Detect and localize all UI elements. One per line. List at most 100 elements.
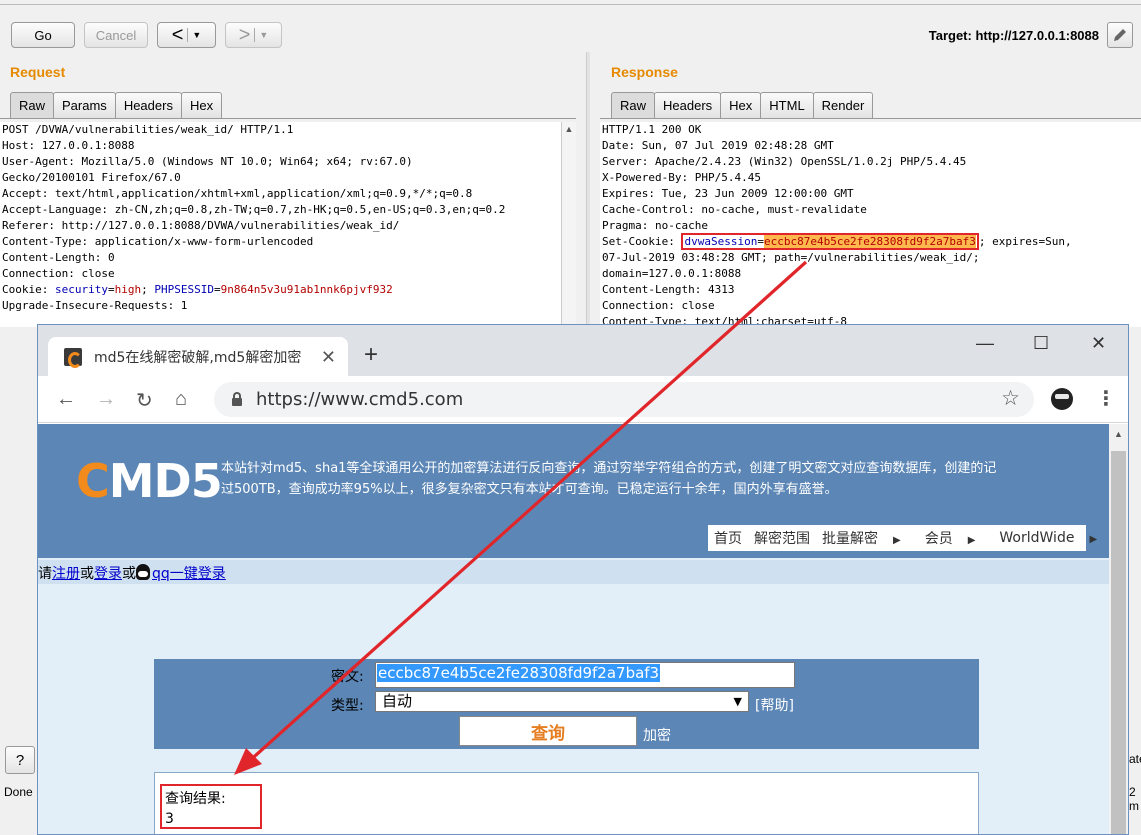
- tab-html[interactable]: HTML: [760, 92, 814, 118]
- request-line: Referer: http://127.0.0.1:8088/DVWA/vuln…: [2, 219, 400, 232]
- cipher-input[interactable]: eccbc87e4b5ce2fe28308fd9f2a7baf3: [375, 662, 795, 688]
- scroll-up-icon[interactable]: ▲: [1114, 429, 1123, 439]
- profile-avatar-icon[interactable]: [1051, 388, 1073, 410]
- response-line: Expires: Tue, 23 Jun 2009 12:00:00 GMT: [602, 187, 854, 200]
- response-line: Content-Length: 4313: [602, 283, 735, 296]
- reload-icon[interactable]: ↻: [136, 388, 153, 413]
- logo-md5: MD5: [108, 454, 223, 508]
- forward-button[interactable]: > ▼: [225, 22, 282, 48]
- menu-item-batch[interactable]: 批量解密 ▶: [822, 528, 913, 548]
- close-window-button[interactable]: ✕: [1091, 333, 1106, 354]
- tab-raw[interactable]: Raw: [10, 92, 55, 118]
- cmd5-favicon-icon: [64, 347, 82, 368]
- request-scrollbar[interactable]: ▲: [561, 122, 576, 327]
- type-select[interactable]: 自动 ▼: [375, 691, 749, 712]
- login-text: 或: [80, 566, 94, 582]
- tab-divider: [600, 118, 1141, 119]
- signin-link[interactable]: 登录: [94, 566, 122, 582]
- maximize-button[interactable]: ☐: [1033, 333, 1049, 354]
- cipher-label: 密文:: [331, 669, 364, 685]
- forward-arrow-icon[interactable]: →: [96, 388, 116, 411]
- back-arrow-icon[interactable]: ←: [56, 388, 76, 411]
- logo-c: C: [76, 454, 110, 508]
- chevron-down-icon: ▼: [733, 695, 742, 708]
- pencil-icon: [1114, 29, 1126, 41]
- chevron-down-icon: ▼: [192, 30, 202, 40]
- result-label: 查询结果:: [165, 791, 226, 807]
- cookie-prefix: Cookie:: [2, 283, 55, 296]
- type-value: 自动: [382, 692, 413, 710]
- triangle-right-icon: ▶: [1089, 534, 1098, 545]
- tab-params[interactable]: Params: [53, 92, 116, 118]
- menu-label: 批量解密: [822, 531, 878, 547]
- home-icon[interactable]: ⌂: [175, 388, 187, 411]
- cancel-button[interactable]: Cancel: [84, 22, 148, 48]
- register-link[interactable]: 注册: [52, 566, 80, 582]
- menu-label: WorldWide: [999, 530, 1075, 546]
- response-line: X-Powered-By: PHP/5.4.45: [602, 171, 761, 184]
- help-button[interactable]: ?: [5, 746, 35, 774]
- menu-kebab-icon[interactable]: ⋮: [1096, 386, 1116, 411]
- request-line: User-Agent: Mozilla/5.0 (Windows NT 10.0…: [2, 155, 413, 168]
- menu-item-home[interactable]: 首页: [714, 528, 742, 548]
- tab-headers[interactable]: Headers: [654, 92, 722, 118]
- lock-icon: [232, 392, 242, 406]
- site-menu: 首页 解密范围 批量解密 ▶ 会员 ▶ WorldWide ▶: [708, 525, 1097, 551]
- tab-render[interactable]: Render: [812, 92, 874, 118]
- separator: [187, 28, 189, 42]
- top-rule: [0, 4, 1141, 5]
- request-line: POST /DVWA/vulnerabilities/weak_id/ HTTP…: [2, 123, 294, 136]
- encrypt-link[interactable]: 加密: [643, 725, 671, 745]
- browser-window: md5在线解密破解,md5解密加密 ✕ + — ☐ ✕ ← → ↻ ⌂ http…: [37, 324, 1129, 835]
- page-viewport: CMD5 本站针对md5、sha1等全球通用公开的加密算法进行反向查询，通过穷举…: [38, 424, 1109, 834]
- site-intro: 本站针对md5、sha1等全球通用公开的加密算法进行反向查询，通过穷举字符组合的…: [221, 458, 1109, 500]
- page-scrollbar[interactable]: ▲: [1109, 424, 1128, 834]
- request-editor[interactable]: POST /DVWA/vulnerabilities/weak_id/ HTTP…: [0, 122, 561, 327]
- cmd5-logo[interactable]: CMD5: [76, 454, 223, 508]
- tab-hex[interactable]: Hex: [180, 92, 223, 118]
- clipped-text: 2 m: [1129, 785, 1139, 813]
- forward-arrow-icon: >: [238, 24, 251, 46]
- request-line: Content-Type: application/x-www-form-url…: [2, 235, 314, 248]
- tab-hex[interactable]: Hex: [720, 92, 762, 118]
- set-cookie-prefix: Set-Cookie:: [602, 235, 682, 248]
- go-button[interactable]: Go: [11, 22, 75, 48]
- response-line: Connection: close: [602, 299, 715, 312]
- cookie-name-phpsessid: PHPSESSID: [154, 283, 214, 296]
- session-cookie-value: eccbc87e4b5ce2fe28308fd9f2a7baf3: [763, 235, 976, 248]
- back-button[interactable]: < ▼: [157, 22, 216, 48]
- set-cookie-line: Set-Cookie: dvwaSession=eccbc87e4b5ce2fe…: [602, 233, 1141, 250]
- type-label: 类型:: [331, 698, 364, 714]
- query-button[interactable]: 查询: [459, 716, 637, 746]
- edit-target-button[interactable]: [1107, 22, 1133, 48]
- chevron-down-icon: ▼: [259, 30, 269, 40]
- clipped-text: ate: [1129, 752, 1141, 766]
- tab-raw[interactable]: Raw: [611, 92, 656, 118]
- scrollbar-thumb[interactable]: [1111, 451, 1126, 834]
- menu-item-range[interactable]: 解密范围: [754, 528, 810, 548]
- cookie-name-security: security: [54, 283, 108, 296]
- menu-item-worldwide[interactable]: WorldWide ▶: [999, 530, 1109, 546]
- request-line: Accept: text/html,application/xhtml+xml,…: [2, 187, 473, 200]
- qq-login-link[interactable]: qq一键登录: [152, 566, 226, 582]
- tab-close-icon[interactable]: ✕: [321, 347, 336, 368]
- bookmark-star-icon[interactable]: ☆: [1001, 386, 1020, 411]
- browser-tab[interactable]: md5在线解密破解,md5解密加密 ✕: [48, 337, 348, 376]
- pane-splitter[interactable]: [586, 52, 590, 332]
- request-title: Request: [10, 64, 66, 80]
- url-text: https://www.cmd5.com: [256, 389, 464, 410]
- response-editor[interactable]: HTTP/1.1 200 OK Date: Sun, 07 Jul 2019 02…: [600, 122, 1141, 327]
- response-line: Pragma: no-cache: [602, 219, 708, 232]
- scroll-up-icon[interactable]: ▲: [562, 124, 576, 134]
- tab-title: md5在线解密破解,md5解密加密: [94, 349, 302, 366]
- response-line: Cache-Control: no-cache, must-revalidate: [602, 203, 867, 216]
- help-link[interactable]: [帮助]: [755, 695, 794, 715]
- response-line: Server: Apache/2.4.23 (Win32) OpenSSL/1.…: [602, 155, 967, 168]
- address-bar[interactable]: https://www.cmd5.com ☆: [214, 382, 1034, 417]
- session-cookie-highlight: dvwaSession=eccbc87e4b5ce2fe28308fd9f2a7…: [681, 233, 979, 250]
- new-tab-button[interactable]: +: [364, 341, 378, 369]
- request-line: Gecko/20100101 Firefox/67.0: [2, 171, 181, 184]
- tab-headers[interactable]: Headers: [114, 92, 182, 118]
- minimize-button[interactable]: —: [976, 333, 994, 354]
- menu-item-member[interactable]: 会员 ▶: [925, 528, 988, 548]
